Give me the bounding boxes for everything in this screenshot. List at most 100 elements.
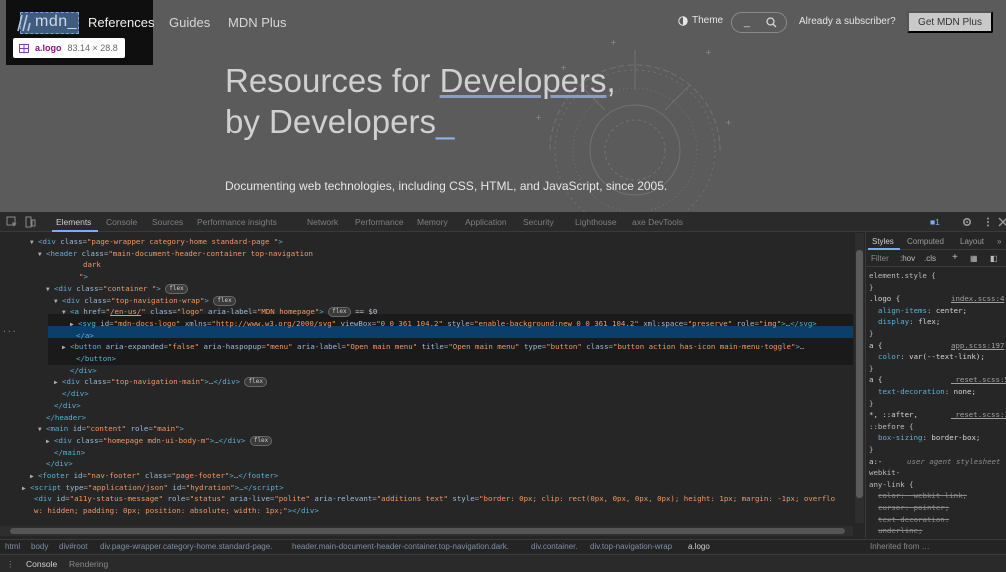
style-line[interactable]: box-sizing: border-box; xyxy=(878,432,980,443)
tab-sources[interactable]: Sources xyxy=(152,217,183,227)
style-line[interactable]: underline; xyxy=(878,525,923,536)
dom-vertical-scroll-thumb[interactable] xyxy=(856,250,863,498)
expand-arrow-icon[interactable]: ▼ xyxy=(30,237,38,249)
toggle-element-state-icon[interactable]: ▦ xyxy=(970,254,978,263)
tab-console[interactable]: Console xyxy=(106,217,137,227)
style-line[interactable]: a {app.scss:197 xyxy=(869,340,1004,351)
expand-arrow-icon[interactable]: ▼ xyxy=(38,424,46,436)
search-box[interactable]: _ xyxy=(731,12,787,33)
style-line[interactable]: *, ::after,_reset.scss:12 xyxy=(869,409,1006,420)
tab-security[interactable]: Security xyxy=(523,217,554,227)
theme-toggle[interactable]: Theme xyxy=(678,15,723,26)
dom-node-line[interactable]: </div> xyxy=(62,365,97,377)
breadcrumb-item[interactable]: div.page-wrapper.category-home.standard-… xyxy=(100,542,272,551)
device-toolbar-icon[interactable] xyxy=(24,216,36,228)
breadcrumb-item[interactable]: div#root xyxy=(59,542,87,551)
dom-horizontal-scroll-thumb[interactable] xyxy=(10,528,845,534)
dom-node-line[interactable]: </button> xyxy=(68,353,116,365)
nav-guides[interactable]: Guides xyxy=(169,15,210,30)
breadcrumb-item[interactable]: a.logo xyxy=(688,542,710,551)
breadcrumb-item[interactable]: html xyxy=(5,542,20,551)
tab-axe-devtools[interactable]: axe DevTools xyxy=(632,217,683,227)
drawer-tab-console[interactable]: Console xyxy=(26,559,57,569)
tab-performance-insights[interactable]: Performance insights xyxy=(197,217,277,227)
style-line[interactable]: a {_reset.scss:55 xyxy=(869,374,1006,385)
tab-performance[interactable]: Performance xyxy=(355,217,404,227)
style-line[interactable]: } xyxy=(869,398,873,409)
drawer-menu-icon[interactable]: ⋮ xyxy=(6,559,15,570)
search-icon[interactable] xyxy=(766,17,777,28)
close-devtools-icon[interactable] xyxy=(997,216,1006,228)
cls-toggle[interactable]: .cls xyxy=(924,254,936,263)
breadcrumb-item[interactable]: div.top-navigation-wrap xyxy=(590,542,672,551)
style-line[interactable]: display: flex; xyxy=(878,316,940,327)
style-line[interactable]: } xyxy=(869,363,873,374)
dom-node-line[interactable]: </header> xyxy=(38,412,86,424)
dom-node-line[interactable]: ▼ <header class="main-document-header-con… xyxy=(38,248,313,260)
tab-lighthouse[interactable]: Lighthouse xyxy=(575,217,617,227)
logo-text[interactable]: mdn_ xyxy=(35,13,77,31)
style-line[interactable]: any-link { xyxy=(869,479,914,490)
mdn-logo-icon[interactable] xyxy=(16,14,32,32)
style-line[interactable]: text-decoration: none; xyxy=(878,386,976,397)
node-actions-ellipsis[interactable]: ··· xyxy=(2,326,16,338)
breadcrumb-item[interactable]: header.main-document-header-container.to… xyxy=(292,542,509,551)
dom-node-line[interactable]: </div> xyxy=(46,400,81,412)
dom-node-line[interactable]: w: hidden; padding: 0px; position: absol… xyxy=(26,505,319,517)
dom-node-line[interactable]: </main> xyxy=(46,447,85,459)
style-line[interactable]: webkit- xyxy=(869,467,900,478)
style-line[interactable]: } xyxy=(869,282,873,293)
style-line[interactable]: color: -webkit-link; xyxy=(878,490,967,501)
style-line[interactable]: cursor: pointer; xyxy=(878,502,949,513)
style-line[interactable]: } xyxy=(869,328,873,339)
tab-memory[interactable]: Memory xyxy=(417,217,448,227)
dom-node-line[interactable]: ▼ <main id="content" role="main"> xyxy=(38,423,184,435)
expand-arrow-icon[interactable]: ▼ xyxy=(62,307,70,319)
style-line[interactable]: color: var(--text-link); xyxy=(878,351,985,362)
nav-references[interactable]: References xyxy=(88,15,154,30)
dom-node-line[interactable]: </div> xyxy=(54,388,89,400)
dom-node-line[interactable]: ▼ <a href="/en-us/" class="logo" aria-lab… xyxy=(62,306,377,318)
dom-node-line[interactable]: ▶ <script type="application/json" id="hyd… xyxy=(22,482,284,494)
nav-mdn-plus[interactable]: MDN Plus xyxy=(228,15,287,30)
more-options-icon[interactable] xyxy=(982,216,994,228)
style-line[interactable]: .logo {index.scss:4 xyxy=(869,293,1004,304)
tab-styles[interactable]: Styles xyxy=(872,237,894,246)
hero-link[interactable]: Developers xyxy=(440,62,607,99)
style-line[interactable]: } xyxy=(869,444,873,455)
add-rule-icon[interactable]: + xyxy=(952,252,958,263)
style-line[interactable]: ::before { xyxy=(869,421,914,432)
dom-node-line[interactable]: "> xyxy=(71,271,88,283)
get-mdn-plus-button[interactable]: Get MDN Plus xyxy=(907,11,993,33)
tab-network[interactable]: Network xyxy=(307,217,338,227)
dom-node-line[interactable]: </a> xyxy=(68,330,94,342)
style-line[interactable]: align-items: center; xyxy=(878,305,967,316)
tab-layout[interactable]: Layout xyxy=(960,237,984,246)
dom-node-line[interactable]: ▼ <div class="container "> flex xyxy=(46,283,188,295)
styles-filter-input[interactable]: Filter xyxy=(871,254,889,263)
expand-arrow-icon[interactable]: ▼ xyxy=(46,284,54,296)
hov-toggle[interactable]: :hov xyxy=(900,254,915,263)
style-line[interactable]: element.style { xyxy=(869,270,936,281)
dom-node-line[interactable]: ▶ <div class="homepage mdn-ui-body-m">…</… xyxy=(46,435,273,447)
inspect-element-icon[interactable] xyxy=(6,216,18,228)
dom-node-line[interactable]: </div> xyxy=(38,458,73,470)
dom-node-line[interactable]: dark xyxy=(75,259,101,271)
computed-sidebar-icon[interactable]: ◧ xyxy=(990,254,998,263)
tab-computed[interactable]: Computed xyxy=(907,237,944,246)
expand-arrow-icon[interactable]: ▼ xyxy=(38,249,46,261)
dom-node-line[interactable]: ▼ <div class="page-wrapper category-home … xyxy=(30,236,283,248)
more-tabs-icon[interactable]: » xyxy=(997,237,1001,246)
expand-arrow-icon[interactable]: ▼ xyxy=(54,296,62,308)
tab-elements[interactable]: Elements xyxy=(56,217,91,227)
dom-node-line[interactable]: ▶ <footer id="nav-footer" class="page-foo… xyxy=(30,470,278,482)
style-line[interactable]: a:- user agent stylesheet xyxy=(869,456,1000,467)
dom-node-line[interactable]: ▶ <div class="top-navigation-main">…</div… xyxy=(54,376,267,388)
breadcrumb-item[interactable]: body xyxy=(31,542,48,551)
issues-badge[interactable]: ■1 xyxy=(930,217,940,227)
dom-node-line[interactable]: ▼ <div class="top-navigation-wrap"> flex xyxy=(54,295,236,307)
dom-node-line[interactable]: <div id="a11y-status-message" role="stat… xyxy=(26,493,835,505)
settings-gear-icon[interactable] xyxy=(961,216,973,228)
dom-node-line[interactable]: ▶ <button aria-expanded="false" aria-hasp… xyxy=(62,341,804,353)
dom-node-line[interactable]: ▶ <svg id="mdn-docs-logo" xmlns="http://w… xyxy=(70,318,817,330)
